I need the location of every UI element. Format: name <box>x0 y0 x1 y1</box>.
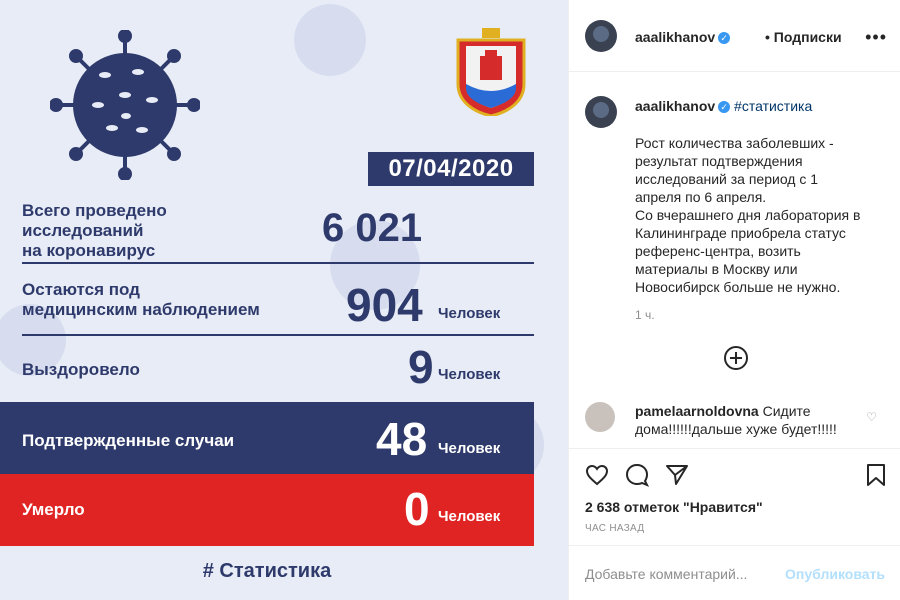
divider <box>22 262 534 264</box>
comment-item: pamelaarnoldovna Сидите дома!!!!!!дальше… <box>569 392 900 446</box>
deaths-band: Умерло 0 Человек <box>0 474 534 546</box>
comment-bubble-icon[interactable] <box>625 463 649 487</box>
comment-avatar[interactable] <box>585 402 615 432</box>
verified-badge-icon: ✓ <box>718 101 731 114</box>
coat-of-arms-emblem <box>456 28 526 116</box>
comment-body: pamelaarnoldovna Сидите дома!!!!!!дальше… <box>635 402 845 438</box>
divider <box>22 334 534 336</box>
following-button[interactable]: • Подписки <box>765 29 842 45</box>
deaths-label: Умерло <box>22 500 85 519</box>
caption-username[interactable]: aaalikhanov <box>635 98 715 114</box>
add-comment-bar: Добавьте комментарий... Опубликовать <box>569 545 900 600</box>
header-username[interactable]: aaalikhanov ✓ <box>635 29 731 45</box>
caption-avatar[interactable] <box>585 96 617 128</box>
caption-header: aaalikhanov ✓ #статистика <box>635 98 812 114</box>
coronavirus-icon <box>50 30 200 180</box>
under-observation-label: Остаются под медицинским наблюдением <box>22 280 260 319</box>
confirmed-cases-label: Подтвержденные случаи <box>22 431 235 450</box>
more-horizontal-icon[interactable]: ••• <box>865 27 887 48</box>
add-comment-input[interactable]: Добавьте комментарий... <box>585 566 747 582</box>
share-paper-plane-icon[interactable] <box>665 463 689 487</box>
post-sidebar: aaalikhanov ✓ • Подписки ••• aaalikhanov ✓… <box>568 0 900 600</box>
post-timestamp[interactable]: ЧАС НАЗАД <box>585 523 644 534</box>
image-hashtag: # Статистика <box>202 560 332 582</box>
publish-button[interactable]: Опубликовать <box>785 566 885 582</box>
instagram-post-modal: 07/04/2020 Всего проведено исследований … <box>0 0 900 600</box>
recovered-unit: Человек <box>438 366 501 383</box>
confirmed-cases-band: Подтвержденные случаи 48 Человек <box>0 402 534 474</box>
post-image: 07/04/2020 Всего проведено исследований … <box>0 0 568 600</box>
caption-hashtag-link[interactable]: #статистика <box>734 98 812 114</box>
verified-badge-icon: ✓ <box>718 32 731 45</box>
likes-count[interactable]: 2 638 отметок "Нравится" <box>585 499 763 515</box>
load-more-comments-icon[interactable] <box>724 346 748 370</box>
confirmed-cases-value: 48 <box>376 413 428 465</box>
post-actions: 2 638 отметок "Нравится" ЧАС НАЗАД Добав… <box>569 448 900 600</box>
save-bookmark-icon[interactable] <box>865 463 887 487</box>
post-header: aaalikhanov ✓ • Подписки ••• <box>569 0 900 72</box>
under-observation-unit: Человек <box>438 305 501 322</box>
caption-time: 1 ч. <box>635 308 655 322</box>
comment-username[interactable]: pamelaarnoldovna <box>635 403 759 419</box>
background-virus-icon <box>294 4 366 76</box>
header-username-text[interactable]: aaalikhanov <box>635 29 715 45</box>
date-badge: 07/04/2020 <box>368 152 534 186</box>
total-tests-label: Всего проведено исследований на коронави… <box>22 201 167 260</box>
avatar[interactable] <box>585 20 617 52</box>
caption-text: Рост количества заболевших - результат п… <box>635 135 861 295</box>
confirmed-cases-unit: Человек <box>438 440 501 457</box>
under-observation-value: 904 <box>346 279 423 331</box>
deaths-value: 0 <box>404 483 430 535</box>
recovered-label: Выздоровело <box>22 360 140 379</box>
recovered-value: 9 <box>408 341 434 393</box>
deaths-unit: Человек <box>438 508 501 525</box>
like-heart-icon[interactable] <box>585 463 609 487</box>
total-tests-value: 6 021 <box>322 206 423 250</box>
comment-like-heart-icon[interactable]: ♡ <box>866 410 877 424</box>
